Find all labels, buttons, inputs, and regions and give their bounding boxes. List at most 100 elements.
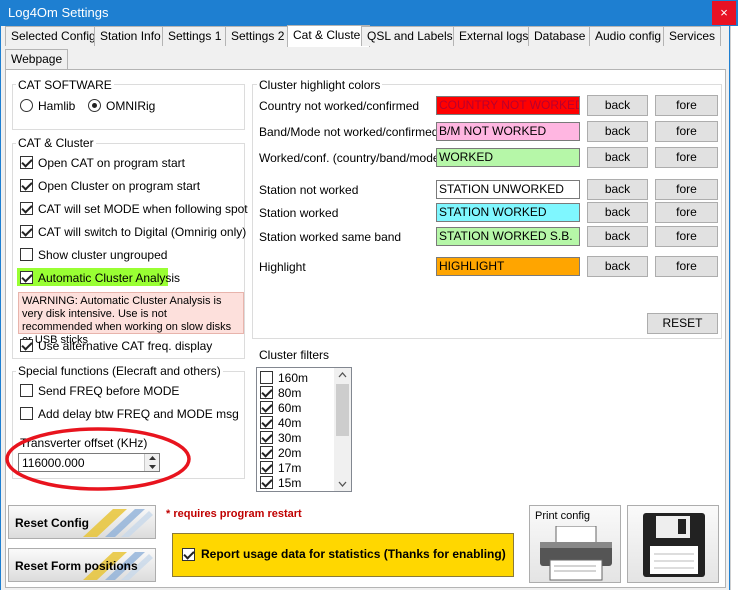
band-60m-checkbox[interactable]	[260, 401, 273, 414]
band-30m-checkbox[interactable]	[260, 431, 273, 444]
add-delay-label: Add delay btw FREQ and MODE msg	[38, 407, 239, 421]
close-icon: ×	[720, 5, 728, 20]
station-not-worked-label: Station not worked	[259, 183, 359, 197]
band-17m-checkbox[interactable]	[260, 461, 273, 474]
hamlib-label: Hamlib	[38, 99, 76, 113]
cat-software-title: CAT SOFTWARE	[16, 78, 114, 92]
cat-cluster-title: CAT & Cluster	[16, 136, 96, 150]
reset-forms-button[interactable]: Reset Form positions	[8, 548, 156, 582]
reset-forms-label: Reset Form positions	[15, 559, 138, 573]
scroll-thumb[interactable]	[336, 384, 349, 436]
worked-conf-swatch: WORKED	[436, 148, 580, 167]
cluster-filters-title: Cluster filters	[259, 348, 330, 362]
alt-freq-checkbox[interactable]	[20, 339, 33, 352]
open-cat-label: Open CAT on program start	[38, 156, 185, 170]
add-delay-checkbox[interactable]	[20, 407, 33, 420]
tab-settings-2[interactable]: Settings 2	[225, 26, 291, 46]
print-config-button[interactable]: Print config	[529, 505, 621, 583]
station-same-band-swatch: STATION WORKED S.B.	[436, 227, 580, 246]
worked-conf-fore-button[interactable]: fore	[655, 147, 718, 168]
send-freq-checkbox[interactable]	[20, 384, 33, 397]
omnirig-radio[interactable]	[88, 99, 101, 112]
cat-digital-label: CAT will switch to Digital (Omnirig only…	[38, 225, 247, 239]
floppy-disk-icon	[643, 513, 705, 577]
country-not-worked-label: Country not worked/confirmed	[259, 99, 420, 113]
usage-data-label: Report usage data for statistics (Thanks…	[201, 547, 506, 561]
station-not-worked-swatch: STATION UNWORKED	[436, 180, 580, 199]
cat-set-mode-label: CAT will set MODE when following spot	[38, 202, 248, 216]
reset-config-button[interactable]: Reset Config	[8, 505, 156, 539]
scroll-down-icon[interactable]	[334, 477, 351, 491]
station-same-band-back-button[interactable]: back	[587, 226, 648, 247]
tab-station-info[interactable]: Station Info	[94, 26, 167, 46]
station-not-worked-fore-button[interactable]: fore	[655, 179, 718, 200]
band-80m-checkbox[interactable]	[260, 386, 273, 399]
title-bar: Log4Om Settings ×	[0, 0, 738, 26]
scroll-up-icon[interactable]	[334, 368, 351, 382]
background-strip-bottom	[0, 590, 738, 595]
cluster-ungrouped-label: Show cluster ungrouped	[38, 248, 168, 262]
band-60m-label: 60m	[278, 401, 302, 415]
tab-database[interactable]: Database	[528, 26, 592, 46]
station-worked-swatch: STATION WORKED	[436, 203, 580, 222]
restart-note: * requires program restart	[166, 508, 302, 520]
band-15m-label: 15m	[278, 476, 302, 490]
reset-colors-button[interactable]: RESET	[647, 313, 718, 334]
band-80m-label: 80m	[278, 386, 302, 400]
auto-analysis-checkbox[interactable]	[20, 271, 33, 284]
cat-set-mode-checkbox[interactable]	[20, 202, 33, 215]
country-not-worked-back-button[interactable]: back	[587, 95, 648, 116]
band-mode-back-button[interactable]: back	[587, 121, 648, 142]
cluster-ungrouped-checkbox[interactable]	[20, 248, 33, 261]
open-cat-checkbox[interactable]	[20, 156, 33, 169]
tab-services[interactable]: Services	[663, 26, 722, 46]
station-worked-fore-button[interactable]: fore	[655, 202, 718, 223]
band-160m-checkbox[interactable]	[260, 371, 273, 384]
tab-settings-1[interactable]: Settings 1	[162, 26, 228, 46]
worked-conf-back-button[interactable]: back	[587, 147, 648, 168]
station-same-band-label: Station worked same band	[259, 230, 402, 244]
omnirig-label: OMNIRig	[106, 99, 156, 113]
country-not-worked-swatch: COUNTRY NOT WORKED	[436, 96, 580, 115]
background-strip	[730, 26, 738, 595]
cat-digital-checkbox[interactable]	[20, 225, 33, 238]
usage-data-checkbox[interactable]	[182, 548, 195, 561]
station-worked-back-button[interactable]: back	[587, 202, 648, 223]
highlight-back-button[interactable]: back	[587, 256, 648, 277]
band-160m-label: 160m	[278, 371, 309, 385]
band-40m-label: 40m	[278, 416, 302, 430]
band-mode-not-worked-swatch: B/M NOT WORKED	[436, 122, 580, 141]
filters-scrollbar[interactable]	[334, 368, 351, 491]
band-40m-checkbox[interactable]	[260, 416, 273, 429]
highlight-swatch: HIGHLIGHT	[436, 257, 580, 276]
tab-external-logs[interactable]: External logs	[453, 26, 535, 46]
special-functions-title: Special functions (Elecraft and others)	[16, 364, 223, 378]
highlight-fore-button[interactable]: fore	[655, 256, 718, 277]
send-freq-label: Send FREQ before MODE	[38, 384, 180, 398]
station-worked-label: Station worked	[259, 206, 339, 220]
band-17m-label: 17m	[278, 461, 302, 475]
close-button[interactable]: ×	[712, 1, 736, 25]
tab-qsl-labels[interactable]: QSL and Labels	[361, 26, 459, 46]
tab-selected-config[interactable]: Selected Config	[5, 26, 102, 46]
band-mode-fore-button[interactable]: fore	[655, 121, 718, 142]
open-cluster-checkbox[interactable]	[20, 179, 33, 192]
print-config-label: Print config	[535, 510, 591, 522]
highlight-colors-title: Cluster highlight colors	[257, 78, 383, 92]
band-30m-label: 30m	[278, 431, 302, 445]
highlight-label: Highlight	[259, 260, 306, 274]
tab-webpage[interactable]: Webpage	[5, 49, 69, 69]
tab-cat-cluster[interactable]: Cat & Cluster	[287, 25, 371, 47]
window-title: Log4Om Settings	[8, 5, 109, 20]
tab-audio-config[interactable]: Audio config	[589, 26, 668, 46]
country-not-worked-fore-button[interactable]: fore	[655, 95, 718, 116]
band-15m-checkbox[interactable]	[260, 476, 273, 489]
station-not-worked-back-button[interactable]: back	[587, 179, 648, 200]
open-cluster-label: Open Cluster on program start	[38, 179, 201, 193]
station-same-band-fore-button[interactable]: fore	[655, 226, 718, 247]
save-button[interactable]	[627, 505, 719, 583]
reset-config-label: Reset Config	[15, 516, 90, 530]
band-20m-checkbox[interactable]	[260, 446, 273, 459]
auto-analysis-label: Automatic Cluster Analysis	[38, 271, 181, 285]
hamlib-radio[interactable]	[20, 99, 33, 112]
